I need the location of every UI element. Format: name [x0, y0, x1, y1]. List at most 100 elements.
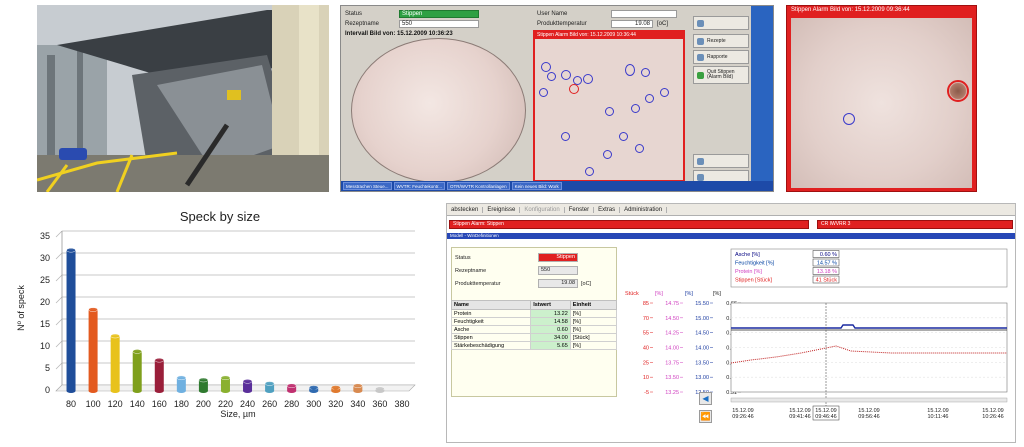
y-tick-label: 10 [40, 341, 50, 351]
taskbar-item[interactable]: Kein neues Bild: Work [511, 182, 562, 190]
rewind-icon: ⏪ [700, 412, 711, 421]
bar-base [331, 389, 341, 393]
table-row: Stärkebeschädigung 5.65 [%] [450, 341, 618, 350]
model-caption: Modell - WinDefinitionen [447, 233, 1015, 239]
y-tick-label: 15 [40, 319, 50, 329]
reports-button[interactable]: Rapporte [693, 50, 749, 64]
x-axis-label: Size, µm [220, 409, 255, 419]
taskbar-item[interactable]: WVTR: Feuchtekontr... [393, 182, 446, 190]
trend-svg: Asche [%] 0.60 % Feuchtigkeit [%] 14.57 % Pr… [619, 247, 1011, 427]
alarm-petri-image [791, 18, 972, 188]
bar-cap [331, 385, 341, 390]
axis-tick-label: 14.00 [695, 346, 709, 352]
row-unit: [%] [569, 309, 618, 318]
row-value: 14.58 [530, 317, 571, 326]
status-label: Status [345, 11, 363, 17]
report-icon [697, 53, 704, 61]
bar-base [220, 389, 230, 393]
x-tick-label: 140 [130, 399, 145, 409]
axis-tick-label: 13.75 [665, 360, 679, 366]
bar-cap [198, 377, 209, 383]
bar-cap [110, 333, 120, 339]
window-icon [697, 173, 704, 181]
axis-tick-label: 14.75 [665, 301, 679, 307]
bar-cap [308, 385, 319, 390]
x-tick-label: 200 [196, 399, 211, 409]
x-tick-label: 260 [262, 399, 277, 409]
bar-base [132, 389, 142, 393]
bar-cap [264, 381, 275, 386]
alarm-strip-right: CR IWVRR 3 [817, 220, 1013, 229]
temperature-unit: [oC] [657, 21, 669, 27]
recipe-value: 550 [538, 266, 578, 275]
menu-item-abstecken[interactable]: abstecken [447, 206, 484, 213]
y-tick-label: 30 [40, 253, 50, 263]
bar [110, 336, 120, 391]
x-tick-label: 360 [372, 399, 387, 409]
trend-chart: Asche [%] 0.60 % Feuchtigkeit [%] 14.57 % Pr… [619, 247, 1011, 427]
speck-marker [561, 70, 571, 80]
x-tick-label: 340 [350, 399, 365, 409]
bar-base [265, 389, 275, 393]
recipe-value: 550 [399, 20, 479, 28]
temperature-value: 19.08 [538, 279, 578, 288]
axis-tick-label: 70 [643, 316, 649, 322]
menu-item-ereignisse[interactable]: Ereignisse [483, 206, 521, 213]
recipes-button[interactable]: Rezepte [693, 34, 749, 48]
axis-tick-label: 25 [643, 360, 649, 366]
menu-item-administration[interactable]: Administration [620, 206, 668, 213]
alarm-window-caption: Stippen Alarm Bild von: 15.12.2009 09:36… [791, 7, 910, 13]
x-tick-label: 160 [152, 399, 167, 409]
taskbar-item[interactable]: OTR/WVTR Kontrollanlagen [447, 182, 510, 190]
measurement-table: Name Istwert Einheit Protein 13.22 [%] Feuc… [450, 300, 618, 350]
quit-alarm-button[interactable]: Quit Stippen (Alarm Bild) [693, 66, 749, 84]
gridline-depth [55, 340, 63, 348]
legend-label: Feuchtigkeit [%] [735, 261, 775, 267]
bar-base [110, 389, 120, 393]
interval-image-caption: Intervall Bild von: 15.12.2009 10:36:23 [345, 31, 453, 37]
taskbar-item[interactable]: Messtrachen Steue... [343, 182, 392, 190]
temperature-label: Produkttemperatur [537, 21, 587, 27]
col-unit-header: Einheit [569, 300, 618, 310]
recipe-label: Rezeptname [455, 268, 487, 274]
window-icon [697, 157, 704, 165]
chart-title: Speck by size [180, 209, 260, 224]
time-label-time: 09:56:46 [858, 414, 879, 420]
row-value: 0.60 [530, 325, 571, 334]
temperature-value: 19.08 [611, 20, 653, 28]
speck-marker [569, 84, 579, 94]
menu-item-konfiguration[interactable]: Konfiguration [520, 206, 565, 213]
y-tick-label: 5 [45, 363, 50, 373]
cursor-label-time: 09:46:46 [815, 414, 836, 420]
speck-marker [585, 167, 594, 176]
row-unit: [%] [569, 341, 618, 350]
speck-marker [641, 68, 650, 77]
speck-size-chart: Speck by size 0 5 10 15 20 25 30 35 80 100 120 140 16… [10, 203, 430, 443]
temperature-unit: [oC] [581, 281, 592, 287]
y-tick-label: 0 [45, 385, 50, 395]
window-button[interactable] [693, 16, 749, 30]
table-row: Feuchtigkeit 14.58 [%] [450, 317, 618, 326]
axis-tick-label: 13.25 [665, 390, 679, 396]
bar-base [375, 389, 385, 393]
row-unit: [%] [569, 325, 618, 334]
axis-tick-label: 55 [643, 331, 649, 337]
bar-base [198, 389, 208, 393]
inspection-software-window: Status Stippen Rezeptname 550 User Name … [340, 5, 774, 192]
x-tick-label: 120 [108, 399, 123, 409]
menu-item-extras[interactable]: Extras [594, 206, 621, 213]
y-tick-label: 25 [40, 275, 50, 285]
quit-icon [697, 71, 704, 79]
legend-box [730, 248, 1008, 288]
menu-item-fenster[interactable]: Fenster [565, 206, 595, 213]
row-unit: [%] [569, 317, 618, 326]
nav-rewind-button[interactable]: ⏪ [699, 410, 712, 423]
row-name: Stärkebeschädigung [450, 341, 532, 350]
nav-back-button[interactable]: ◀ [699, 392, 712, 405]
alarm-image-window: Stippen Alarm Bild von: 15.12.2009 09:36… [786, 5, 977, 192]
time-scrollbar [730, 397, 1008, 403]
row-value: 34.00 [530, 333, 571, 342]
bar-cap [220, 375, 231, 381]
speck-marker [843, 113, 855, 125]
window-button-2[interactable] [693, 154, 749, 168]
